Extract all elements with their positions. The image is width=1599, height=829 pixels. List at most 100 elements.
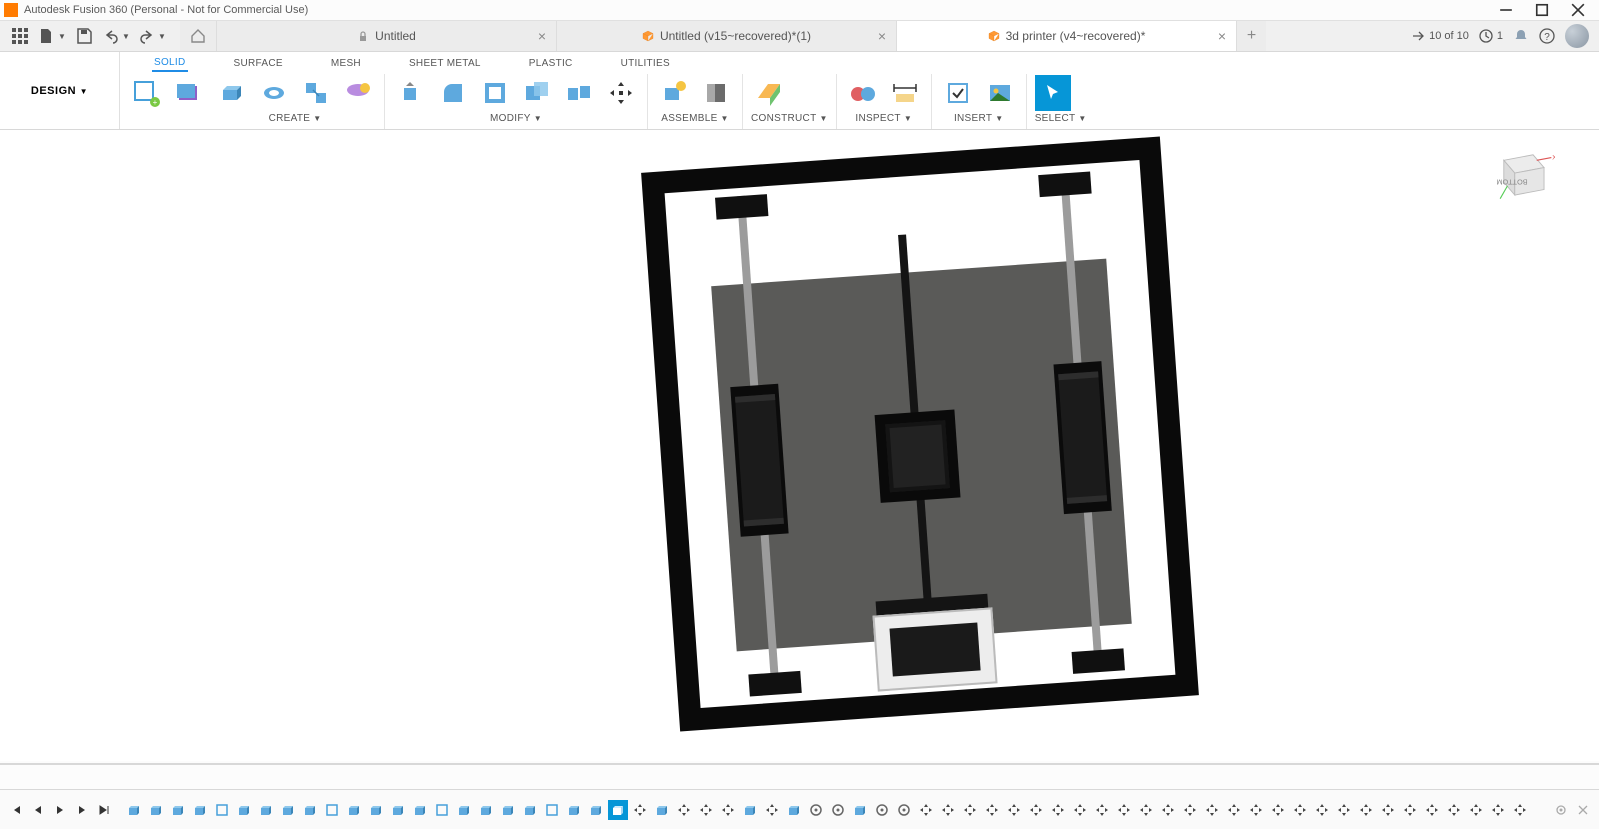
create-sketch-icon[interactable]: + <box>128 75 164 111</box>
timeline-feature[interactable] <box>982 800 1002 820</box>
move-icon[interactable] <box>603 75 639 111</box>
document-tab-0[interactable]: Untitled × <box>216 21 556 51</box>
timeline-feature[interactable] <box>146 800 166 820</box>
insert-decal-icon[interactable] <box>982 75 1018 111</box>
timeline-feature[interactable] <box>652 800 672 820</box>
timeline-feature[interactable] <box>1180 800 1200 820</box>
timeline-feature[interactable] <box>674 800 694 820</box>
timeline-feature[interactable] <box>1136 800 1156 820</box>
document-tab-1[interactable]: Untitled (v15~recovered)*(1) × <box>556 21 896 51</box>
assemble-group-label[interactable]: ASSEMBLE▼ <box>656 111 734 125</box>
timeline-feature[interactable] <box>828 800 848 820</box>
timeline-feature[interactable] <box>1400 800 1420 820</box>
new-component-icon[interactable] <box>656 75 692 111</box>
timeline-feature[interactable] <box>190 800 210 820</box>
create-group-label[interactable]: CREATE▼ <box>214 111 376 125</box>
insert-derive-icon[interactable] <box>940 75 976 111</box>
select-group-label[interactable]: SELECT▼ <box>1035 111 1087 125</box>
timeline-feature[interactable] <box>1510 800 1530 820</box>
timeline-feature[interactable] <box>894 800 914 820</box>
minimize-button[interactable] <box>1499 3 1513 17</box>
subtab-mesh[interactable]: MESH <box>329 56 363 71</box>
close-tab-icon[interactable]: × <box>538 28 546 44</box>
timeline-feature[interactable] <box>256 800 276 820</box>
redo-button[interactable]: ▼ <box>134 22 170 50</box>
subtab-sheetmetal[interactable]: SHEET METAL <box>407 56 483 71</box>
timeline-feature[interactable] <box>410 800 430 820</box>
timeline-feature[interactable] <box>432 800 452 820</box>
close-tab-icon[interactable]: × <box>878 28 886 44</box>
undo-button[interactable]: ▼ <box>98 22 134 50</box>
subtab-utilities[interactable]: UTILITIES <box>619 56 672 71</box>
sweep-icon[interactable] <box>298 75 334 111</box>
subtab-solid[interactable]: SOLID <box>152 55 188 72</box>
timeline-feature[interactable] <box>1312 800 1332 820</box>
close-tab-icon[interactable]: × <box>1218 28 1226 44</box>
home-tab[interactable] <box>180 21 216 51</box>
timeline-feature[interactable] <box>124 800 144 820</box>
timeline-feature[interactable] <box>344 800 364 820</box>
fillet-icon[interactable] <box>435 75 471 111</box>
timeline-feature[interactable] <box>1378 800 1398 820</box>
timeline-prev-button[interactable] <box>30 802 46 818</box>
view-cube[interactable]: BOTTOM X <box>1491 142 1555 206</box>
timeline-next-button[interactable] <box>74 802 90 818</box>
insert-group-label[interactable]: INSERT▼ <box>940 111 1018 125</box>
timeline-feature[interactable] <box>1356 800 1376 820</box>
timeline-feature[interactable] <box>1268 800 1288 820</box>
close-button[interactable] <box>1571 3 1585 17</box>
timeline-feature[interactable] <box>476 800 496 820</box>
timeline-feature[interactable] <box>1224 800 1244 820</box>
timeline-feature[interactable] <box>1004 800 1024 820</box>
combine-icon[interactable] <box>519 75 555 111</box>
timeline-feature[interactable] <box>1466 800 1486 820</box>
timeline-feature[interactable] <box>1290 800 1310 820</box>
timeline-feature[interactable] <box>520 800 540 820</box>
timeline-feature[interactable] <box>1246 800 1266 820</box>
loft-icon[interactable] <box>340 75 376 111</box>
timeline-feature[interactable] <box>1026 800 1046 820</box>
user-avatar[interactable] <box>1565 24 1589 48</box>
measure-icon[interactable] <box>845 75 881 111</box>
timeline-feature[interactable] <box>1202 800 1222 820</box>
modify-group-label[interactable]: MODIFY▼ <box>393 111 639 125</box>
timeline-feature[interactable] <box>1092 800 1112 820</box>
timeline-feature[interactable] <box>608 800 628 820</box>
inspect-group-label[interactable]: INSPECT▼ <box>845 111 923 125</box>
timeline-feature[interactable] <box>938 800 958 820</box>
timeline-feature[interactable] <box>762 800 782 820</box>
timeline-feature[interactable] <box>1048 800 1068 820</box>
maximize-button[interactable] <box>1535 3 1549 17</box>
construct-group-label[interactable]: CONSTRUCT▼ <box>751 111 828 125</box>
shell-icon[interactable] <box>477 75 513 111</box>
construct-plane-icon[interactable] <box>751 75 787 111</box>
timeline-feature[interactable] <box>234 800 254 820</box>
timeline-start-button[interactable] <box>8 802 24 818</box>
create-form-icon[interactable] <box>170 75 206 111</box>
timeline-feature[interactable] <box>850 800 870 820</box>
workspace-switcher[interactable]: DESIGN ▼ <box>0 52 120 129</box>
timeline-feature[interactable] <box>366 800 386 820</box>
timeline-feature[interactable] <box>212 800 232 820</box>
dimension-icon[interactable] <box>887 75 923 111</box>
timeline-feature[interactable] <box>1070 800 1090 820</box>
timeline-feature[interactable] <box>586 800 606 820</box>
select-tool-icon[interactable] <box>1035 75 1071 111</box>
document-tab-2[interactable]: 3d printer (v4~recovered)* × <box>896 21 1236 51</box>
timeline-feature[interactable] <box>1158 800 1178 820</box>
revolve-icon[interactable] <box>256 75 292 111</box>
notifications-button[interactable] <box>1513 28 1529 44</box>
split-icon[interactable] <box>561 75 597 111</box>
timeline-feature[interactable] <box>322 800 342 820</box>
new-tab-button[interactable]: + <box>1236 21 1266 51</box>
timeline-feature[interactable] <box>872 800 892 820</box>
joint-icon[interactable] <box>698 75 734 111</box>
timeline-feature[interactable] <box>1488 800 1508 820</box>
timeline-feature[interactable] <box>960 800 980 820</box>
timeline-feature[interactable] <box>784 800 804 820</box>
timeline-feature[interactable] <box>300 800 320 820</box>
viewport[interactable]: BOTTOM X <box>0 130 1599 761</box>
timeline-feature[interactable] <box>740 800 760 820</box>
timeline-feature[interactable] <box>388 800 408 820</box>
press-pull-icon[interactable] <box>393 75 429 111</box>
